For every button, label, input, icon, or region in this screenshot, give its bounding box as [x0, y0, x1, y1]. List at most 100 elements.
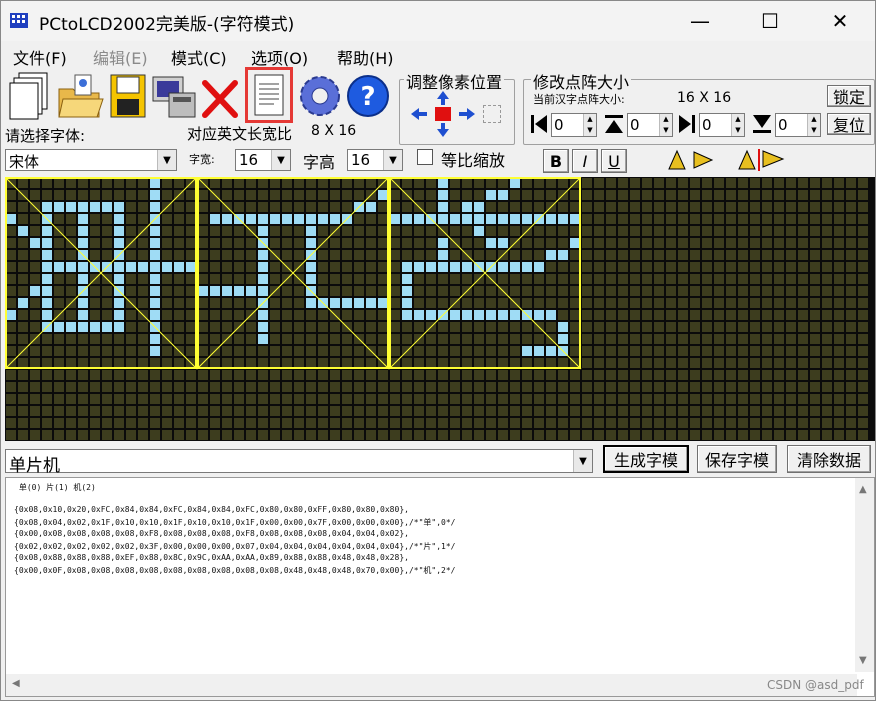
pixel-off: [78, 334, 88, 344]
pixel-off: [342, 226, 352, 236]
new-file-icon[interactable]: [9, 71, 53, 121]
underline-button[interactable]: U: [601, 149, 627, 173]
minimize-button[interactable]: —: [665, 1, 735, 41]
lock-button[interactable]: 锁定: [827, 85, 871, 107]
pixel-off: [630, 214, 640, 224]
generate-document-button[interactable]: [245, 67, 293, 123]
close-button[interactable]: ✕: [805, 1, 875, 41]
pixel-off: [462, 274, 472, 284]
width-select[interactable]: 16 ▼: [235, 149, 291, 171]
pixel-off: [558, 178, 568, 188]
pixel-on: [150, 274, 160, 284]
output-textarea[interactable]: 单(0) 片(1) 机(2) {0x08,0x10,0x20,0xFC,0x84…: [5, 477, 875, 697]
text-input[interactable]: 单片机 ▼: [5, 449, 593, 476]
pixel-off: [678, 178, 688, 188]
pixel-off: [762, 262, 772, 272]
pixel-off: [414, 394, 424, 404]
top-spinner[interactable]: 0 ▲ ▼: [627, 113, 673, 137]
pixel-off: [402, 250, 412, 260]
bottom-spinner[interactable]: 0 ▲ ▼: [775, 113, 821, 137]
font-select[interactable]: 宋体 ▼: [5, 149, 177, 171]
pixel-off: [510, 418, 520, 428]
pixel-off: [618, 226, 628, 236]
open-folder-icon[interactable]: [55, 73, 105, 121]
pixel-off: [450, 394, 460, 404]
mirror-icon[interactable]: [735, 147, 789, 173]
save-floppy-icon[interactable]: [107, 73, 149, 119]
expand-bottom-icon[interactable]: [751, 113, 773, 135]
pixel-off: [786, 334, 796, 344]
pixel-off: [738, 310, 748, 320]
pixel-off: [582, 178, 592, 188]
pixel-off: [30, 430, 40, 440]
pixel-on: [150, 226, 160, 236]
pixel-off: [30, 418, 40, 428]
pixel-off: [162, 250, 172, 260]
spinner-arrows-icon[interactable]: ▲ ▼: [583, 114, 596, 136]
pixel-off: [306, 406, 316, 416]
menu-options[interactable]: 选项(O): [251, 45, 308, 69]
pixel-off: [690, 250, 700, 260]
pixel-off: [702, 430, 712, 440]
title-bar[interactable]: PCtoLCD2002完美版-(字符模式) — ☐ ✕: [1, 1, 875, 41]
spinner-arrows-icon[interactable]: ▲ ▼: [659, 114, 672, 136]
menu-file[interactable]: 文件(F): [13, 45, 67, 69]
pixel-off: [294, 298, 304, 308]
spinner-arrows-icon[interactable]: ▲ ▼: [807, 114, 820, 136]
pixel-off: [474, 430, 484, 440]
pixel-off: [630, 250, 640, 260]
dot-matrix-canvas[interactable]: [4, 176, 875, 441]
pixel-center-icon[interactable]: [483, 105, 501, 123]
pixel-off: [846, 274, 856, 284]
pixel-off: [6, 430, 16, 440]
vertical-scrollbar[interactable]: ▲ ▼: [855, 478, 874, 672]
pixel-off: [270, 310, 280, 320]
pixel-grid[interactable]: [4, 176, 875, 441]
right-spinner[interactable]: 0 ▲ ▼: [699, 113, 745, 137]
minimize-icon: —: [690, 9, 710, 33]
horizontal-scrollbar[interactable]: ◀: [6, 674, 857, 696]
pixel-off: [582, 214, 592, 224]
pixel-off: [462, 406, 472, 416]
pixel-off: [258, 418, 268, 428]
reset-button[interactable]: 复位: [827, 113, 871, 135]
scroll-up-icon[interactable]: ▲: [859, 484, 867, 495]
expand-right-icon[interactable]: [677, 113, 697, 135]
bold-button[interactable]: B: [543, 149, 569, 173]
maximize-button[interactable]: ☐: [735, 1, 805, 41]
clear-button[interactable]: 清除数据: [787, 445, 871, 473]
proportional-checkbox[interactable]: [417, 149, 433, 165]
pixel-off: [162, 214, 172, 224]
pixel-off: [546, 226, 556, 236]
pixel-move-arrows-icon[interactable]: [409, 89, 477, 139]
scroll-left-icon[interactable]: ◀: [12, 678, 20, 689]
pixel-off: [810, 214, 820, 224]
spinner-arrows-icon[interactable]: ▲ ▼: [731, 114, 744, 136]
pixel-off: [246, 262, 256, 272]
left-spinner[interactable]: 0 ▲ ▼: [551, 113, 597, 137]
pixel-off: [570, 406, 580, 416]
rotate-icon[interactable]: [665, 147, 719, 173]
menu-edit[interactable]: 编辑(E): [93, 45, 148, 69]
pixel-off: [102, 358, 112, 368]
generate-button[interactable]: 生成字模: [603, 445, 689, 473]
delete-icon[interactable]: [201, 77, 239, 119]
save-font-button[interactable]: 保存字模: [697, 445, 777, 473]
pixel-off: [450, 250, 460, 260]
computer-icon[interactable]: [151, 73, 199, 121]
pixel-off: [642, 394, 652, 404]
pixel-off: [282, 250, 292, 260]
pixel-off: [366, 334, 376, 344]
menu-mode[interactable]: 模式(C): [171, 45, 227, 69]
gear-icon[interactable]: [297, 73, 343, 119]
pixel-off: [570, 262, 580, 272]
expand-top-icon[interactable]: [603, 113, 625, 135]
menu-help[interactable]: 帮助(H): [337, 45, 394, 69]
help-icon[interactable]: ?: [345, 73, 391, 119]
scroll-down-icon[interactable]: ▼: [859, 655, 867, 666]
italic-button[interactable]: I: [572, 149, 598, 173]
pixel-off: [138, 334, 148, 344]
pixel-off: [774, 310, 784, 320]
height-select[interactable]: 16 ▼: [347, 149, 403, 171]
expand-left-icon[interactable]: [529, 113, 549, 135]
